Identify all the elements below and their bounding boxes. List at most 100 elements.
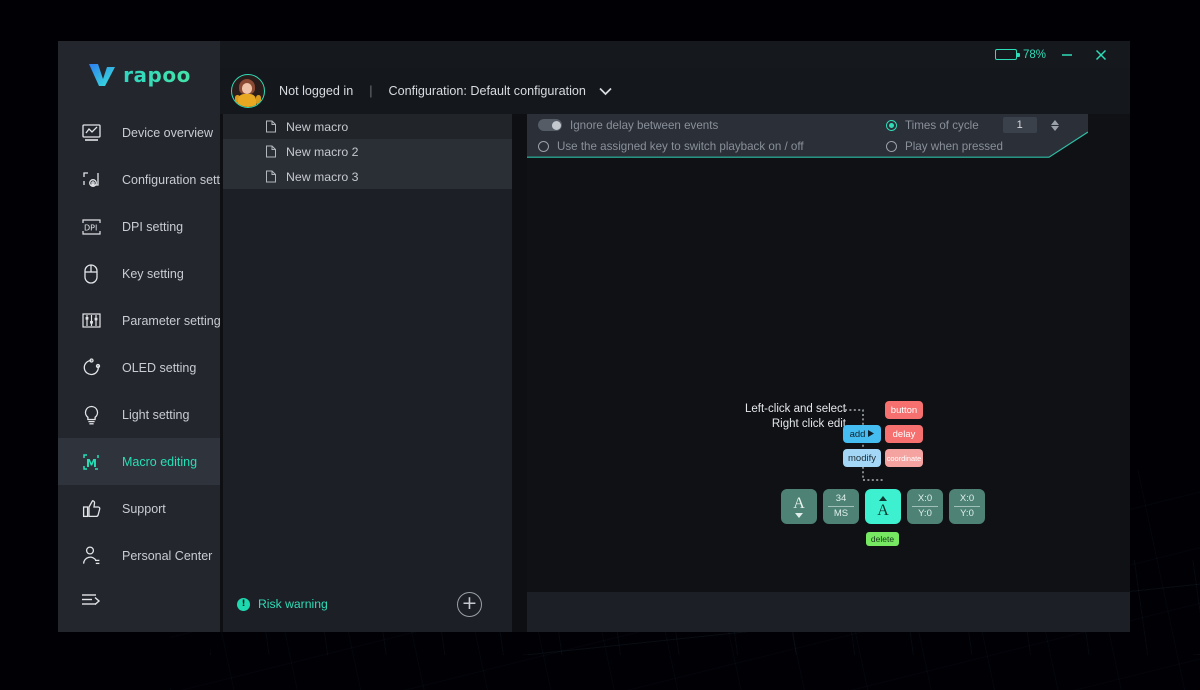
sidebar-item-label: Device overview (122, 125, 214, 140)
event-chip-key-down[interactable]: A (781, 489, 817, 524)
sidebar-item-dpi-setting[interactable]: DPI DPI setting (58, 203, 220, 250)
configuration-selector-label[interactable]: Configuration: Default configuration (389, 84, 586, 98)
sidebar-item-label: Key setting (122, 266, 184, 281)
sidebar-item-label: Support (122, 501, 166, 516)
hint-line-2: Right click edit (771, 418, 846, 430)
file-icon (265, 120, 277, 133)
list-item[interactable]: New macro (223, 114, 512, 139)
avatar-body (238, 94, 256, 107)
sidebar-item-parameter-setting[interactable]: Parameter setting (58, 297, 221, 344)
file-icon (265, 170, 277, 183)
battery-icon (994, 49, 1020, 60)
event-chip-key-up[interactable]: A (865, 489, 901, 524)
brand-name: rapoo (123, 63, 191, 87)
submenu-coordinate[interactable]: coordinate (885, 449, 923, 467)
svg-text:M: M (86, 457, 97, 470)
arrow-down-icon (795, 512, 803, 518)
event-delay-unit: MS (833, 508, 849, 519)
sidebar-item-label: DPI setting (122, 219, 184, 234)
configuration-setting-icon (78, 167, 104, 193)
desktop-backdrop: rapoo Device overview Configuration sett… (0, 0, 1200, 690)
collapse-menu-icon (78, 588, 104, 614)
arrow-right-icon (868, 429, 875, 440)
sidebar-item-label: Parameter setting (122, 313, 221, 328)
delete-event-button[interactable]: delete (866, 532, 899, 546)
add-macro-button[interactable]: + (457, 591, 482, 617)
event-chip-delay[interactable]: 34 MS (823, 489, 859, 524)
sidebar-item-configuration-setting[interactable]: Configuration setting (58, 156, 237, 203)
list-item-label: New macro 2 (286, 144, 359, 159)
macro-list-panel: New macro New macro 2 New macro 3 ! Risk… (223, 114, 512, 632)
context-menu-modify[interactable]: modify (843, 449, 881, 467)
dpi-setting-icon: DPI (78, 214, 104, 240)
event-key-label: A (793, 494, 805, 512)
macro-editing-icon: M (78, 449, 104, 475)
submenu-delay-label: delay (892, 428, 916, 440)
sidebar-item-label: Light setting (122, 407, 190, 422)
thumbs-up-icon (78, 496, 104, 522)
sidebar-item-macro-editing[interactable]: M Macro editing (58, 438, 220, 485)
macro-list: New macro New macro 2 New macro 3 (223, 114, 512, 189)
v-checkmark-logo-icon (89, 64, 116, 86)
list-item-label: New macro (286, 119, 349, 134)
arrow-up-icon (879, 495, 887, 501)
context-menu-add[interactable]: add (843, 425, 881, 443)
sidebar-item-key-setting[interactable]: Key setting (58, 250, 220, 297)
event-coord-y: Y:0 (918, 508, 932, 519)
sidebar-item-device-overview[interactable]: Device overview (58, 109, 220, 156)
account-bar: Not logged in | Configuration: Default c… (220, 68, 1130, 114)
sidebar-item-label: OLED setting (122, 360, 197, 375)
list-item[interactable]: New macro 3 (223, 164, 512, 189)
submenu-button-label: button (890, 404, 918, 416)
submenu-delay[interactable]: delay (885, 425, 923, 443)
context-menu-add-label: add (849, 428, 866, 440)
main-region: 78% Not logged in | Configuration: Defau… (220, 41, 1130, 632)
close-button[interactable] (1088, 43, 1114, 67)
sidebar-item-support[interactable]: Support (58, 485, 220, 532)
sidebar: rapoo Device overview Configuration sett… (58, 41, 237, 632)
brand-logo: rapoo (58, 41, 220, 103)
minimize-button[interactable] (1054, 43, 1080, 67)
event-divider (828, 506, 854, 507)
user-avatar[interactable] (231, 74, 265, 108)
sidebar-item-oled-setting[interactable]: OLED setting (58, 344, 220, 391)
lightbulb-icon (78, 402, 104, 428)
avatar-arm-right (256, 95, 261, 105)
event-chip-coordinate[interactable]: X:0 Y:0 (907, 489, 943, 524)
battery-status: 78% (994, 48, 1046, 61)
delete-event-label: delete (870, 534, 895, 544)
submenu-button[interactable]: button (885, 401, 923, 419)
file-icon (265, 145, 277, 158)
event-key-label: A (877, 501, 889, 519)
macro-editor-panel: Ignore delay between events Times of cyc… (527, 114, 1130, 632)
sidebar-item-label: Macro editing (122, 454, 198, 469)
list-item[interactable]: New macro 2 (223, 139, 512, 164)
refresh-circle-icon (78, 355, 104, 381)
event-divider (912, 506, 938, 507)
chevron-down-icon[interactable] (598, 86, 613, 96)
list-item-label: New macro 3 (286, 169, 359, 184)
event-coord-x: X:0 (917, 493, 933, 504)
login-status-label: Not logged in (279, 84, 354, 98)
info-icon: ! (237, 597, 250, 611)
event-divider (954, 506, 980, 507)
event-coord-x: X:0 (959, 493, 975, 504)
context-menu-modify-label: modify (848, 452, 876, 464)
event-coord-y: Y:0 (960, 508, 974, 519)
event-chip-coordinate[interactable]: X:0 Y:0 (949, 489, 985, 524)
mouse-key-icon (78, 261, 104, 287)
person-icon (78, 543, 104, 569)
sidebar-item-light-setting[interactable]: Light setting (58, 391, 220, 438)
sidebar-item-personal-center[interactable]: Personal Center (58, 532, 220, 579)
window-titlebar: 78% (220, 41, 1130, 68)
hint-line-1: Left-click and select (745, 403, 846, 415)
content-area: New macro New macro 2 New macro 3 ! Risk… (220, 114, 1130, 632)
macro-sequence-diagram: Left-click and select Right click edit a… (527, 114, 1130, 632)
event-delay-value: 34 (835, 493, 847, 504)
rapoo-application-window: rapoo Device overview Configuration sett… (58, 41, 1130, 632)
battery-percent-label: 78% (1022, 48, 1046, 61)
sidebar-nav: Device overview Configuration setting DP… (58, 109, 237, 623)
risk-warning[interactable]: ! Risk warning (237, 597, 328, 611)
sidebar-collapse-button[interactable] (58, 579, 220, 623)
risk-warning-label: Risk warning (258, 597, 328, 611)
